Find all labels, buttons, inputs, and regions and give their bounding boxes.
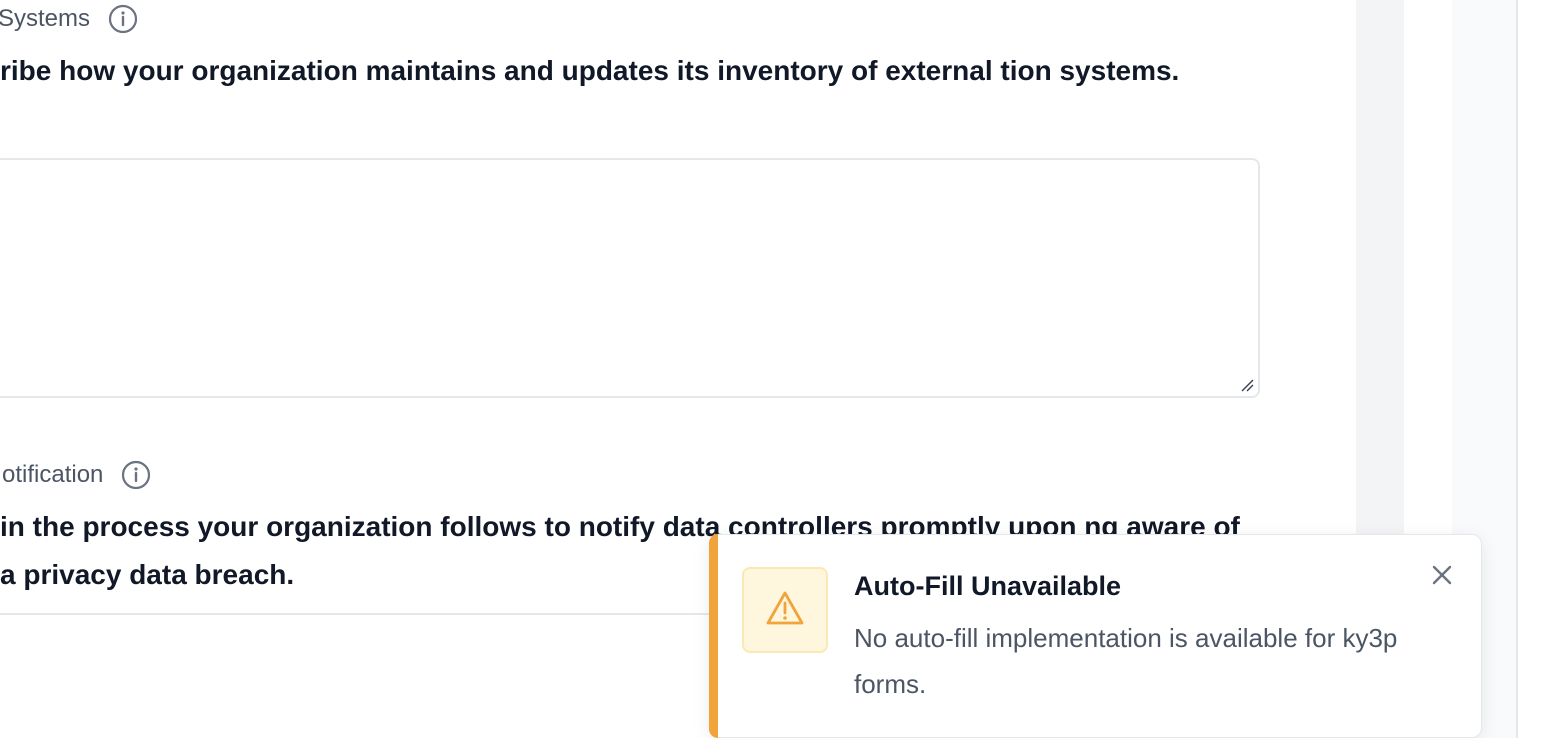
section-label-systems: Systems: [0, 4, 138, 34]
close-icon[interactable]: [1426, 559, 1458, 591]
section-label-text: Systems: [0, 5, 91, 32]
toast-accent-bar: [709, 534, 718, 738]
warning-icon: [765, 590, 805, 631]
toast-icon-container: [742, 567, 828, 653]
section-label-text: otification: [2, 461, 104, 488]
question-text-systems: ribe how your organization maintains and…: [0, 55, 1180, 86]
toast-title: Auto-Fill Unavailable: [854, 571, 1122, 601]
info-icon[interactable]: [121, 460, 151, 490]
section-label-notification: otification: [2, 460, 151, 490]
textarea-top-border-notification: [0, 613, 720, 615]
answer-textarea-systems[interactable]: [0, 158, 1260, 398]
info-icon[interactable]: [108, 4, 138, 34]
resize-handle-icon[interactable]: [1240, 378, 1254, 392]
side-edge: [1518, 0, 1558, 738]
toast-message: No auto-fill implementation is available…: [854, 623, 1398, 699]
toast-notification: Auto-Fill Unavailable No auto-fill imple…: [709, 534, 1482, 738]
